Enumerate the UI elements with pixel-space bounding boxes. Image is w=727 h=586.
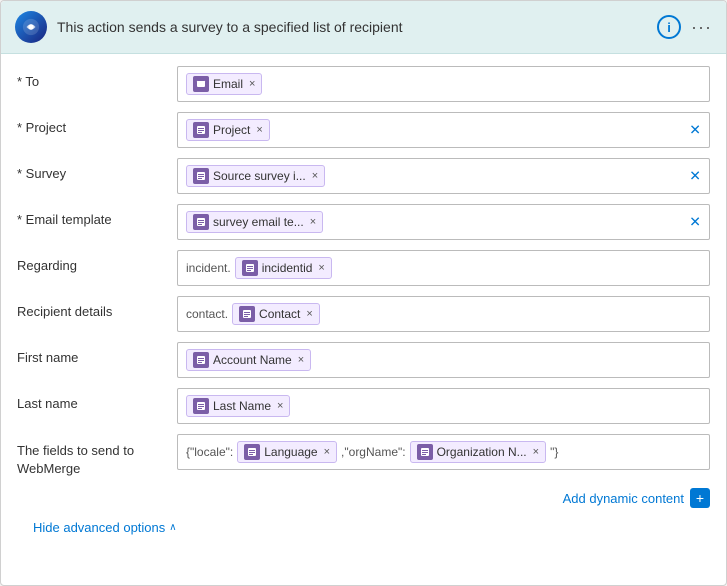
more-options-icon[interactable]: ··· [691, 17, 712, 38]
hide-advanced-label: Hide advanced options [33, 520, 165, 535]
email-template-chip: survey email te... × [186, 211, 323, 233]
recipient-row: Recipient details contact. Contact × [17, 296, 710, 332]
project-field-clear[interactable]: ✕ [689, 122, 701, 139]
project-chip-label: Project [213, 123, 250, 137]
first-name-chip: Account Name × [186, 349, 311, 371]
add-dynamic-label[interactable]: Add dynamic content [563, 491, 684, 506]
survey-chip: Source survey i... × [186, 165, 325, 187]
first-name-chip-remove[interactable]: × [298, 354, 304, 366]
add-dynamic-button[interactable]: + [690, 488, 710, 508]
last-name-row: Last name Last Name × [17, 388, 710, 424]
regarding-chip-icon [242, 260, 258, 276]
to-chip: Email × [186, 73, 262, 95]
recipient-prefix: contact. [186, 307, 228, 321]
hide-advanced-bar[interactable]: Hide advanced options ∧ [17, 520, 710, 535]
survey-chip-label: Source survey i... [213, 169, 306, 183]
recipient-label: Recipient details [17, 296, 177, 319]
last-name-chip-icon [193, 398, 209, 414]
first-name-chip-icon [193, 352, 209, 368]
survey-field-clear[interactable]: ✕ [689, 168, 701, 185]
action-card: This action sends a survey to a specifie… [0, 0, 727, 586]
webmerge-prefix1: {"locale": [186, 445, 233, 459]
last-name-chip-label: Last Name [213, 399, 271, 413]
webmerge-chip1-remove[interactable]: × [324, 446, 330, 458]
webmerge-chip2-remove[interactable]: × [533, 446, 539, 458]
add-dynamic-bar: Add dynamic content + [17, 488, 710, 508]
project-chip-icon [193, 122, 209, 138]
regarding-chip-label: incidentid [262, 261, 313, 275]
webmerge-chip1-icon [244, 444, 260, 460]
webmerge-chip1: Language × [237, 441, 337, 463]
regarding-row: Regarding incident. incidentid × [17, 250, 710, 286]
to-field[interactable]: Email × [177, 66, 710, 102]
project-chip-remove[interactable]: × [256, 124, 262, 136]
card-body: * To Email × * Project Project [1, 54, 726, 547]
project-row: * Project Project × ✕ [17, 112, 710, 148]
webmerge-field[interactable]: {"locale": Language × ,"orgName": Organi… [177, 434, 710, 470]
to-chip-label: Email [213, 77, 243, 91]
regarding-prefix: incident. [186, 261, 231, 275]
first-name-row: First name Account Name × [17, 342, 710, 378]
to-chip-icon [193, 76, 209, 92]
info-icon[interactable]: i [657, 15, 681, 39]
recipient-field[interactable]: contact. Contact × [177, 296, 710, 332]
webmerge-row: The fields to send to WebMerge {"locale"… [17, 434, 710, 478]
webmerge-chip2-label: Organization N... [437, 445, 527, 459]
email-template-chip-label: survey email te... [213, 215, 304, 229]
project-chip: Project × [186, 119, 270, 141]
recipient-chip-remove[interactable]: × [306, 308, 312, 320]
last-name-label: Last name [17, 388, 177, 411]
first-name-chip-label: Account Name [213, 353, 292, 367]
survey-row: * Survey Source survey i... × ✕ [17, 158, 710, 194]
card-header: This action sends a survey to a specifie… [1, 1, 726, 54]
first-name-label: First name [17, 342, 177, 365]
recipient-chip: Contact × [232, 303, 320, 325]
webmerge-chip1-label: Language [264, 445, 317, 459]
header-title: This action sends a survey to a specifie… [57, 19, 647, 35]
email-template-chip-icon [193, 214, 209, 230]
first-name-field[interactable]: Account Name × [177, 342, 710, 378]
email-template-chip-remove[interactable]: × [310, 216, 316, 228]
recipient-chip-label: Contact [259, 307, 300, 321]
recipient-chip-icon [239, 306, 255, 322]
last-name-chip: Last Name × [186, 395, 290, 417]
last-name-field[interactable]: Last Name × [177, 388, 710, 424]
survey-chip-remove[interactable]: × [312, 170, 318, 182]
webmerge-chip2: Organization N... × [410, 441, 546, 463]
to-chip-remove[interactable]: × [249, 78, 255, 90]
webmerge-suffix: "} [550, 445, 558, 459]
regarding-chip-remove[interactable]: × [318, 262, 324, 274]
survey-label: * Survey [17, 158, 177, 181]
email-template-label: * Email template [17, 204, 177, 227]
survey-chip-icon [193, 168, 209, 184]
webmerge-label: The fields to send to WebMerge [17, 434, 177, 478]
regarding-field[interactable]: incident. incidentid × [177, 250, 710, 286]
app-logo [15, 11, 47, 43]
caret-up-icon: ∧ [169, 522, 176, 533]
survey-field[interactable]: Source survey i... × ✕ [177, 158, 710, 194]
header-icons: i ··· [657, 15, 712, 39]
email-template-row: * Email template survey email te... × ✕ [17, 204, 710, 240]
email-template-field-clear[interactable]: ✕ [689, 214, 701, 231]
project-label: * Project [17, 112, 177, 135]
last-name-chip-remove[interactable]: × [277, 400, 283, 412]
project-field[interactable]: Project × ✕ [177, 112, 710, 148]
email-template-field[interactable]: survey email te... × ✕ [177, 204, 710, 240]
to-label: * To [17, 66, 177, 89]
regarding-chip: incidentid × [235, 257, 332, 279]
webmerge-chip2-icon [417, 444, 433, 460]
regarding-label: Regarding [17, 250, 177, 273]
webmerge-between: ,"orgName": [341, 445, 406, 459]
to-row: * To Email × [17, 66, 710, 102]
